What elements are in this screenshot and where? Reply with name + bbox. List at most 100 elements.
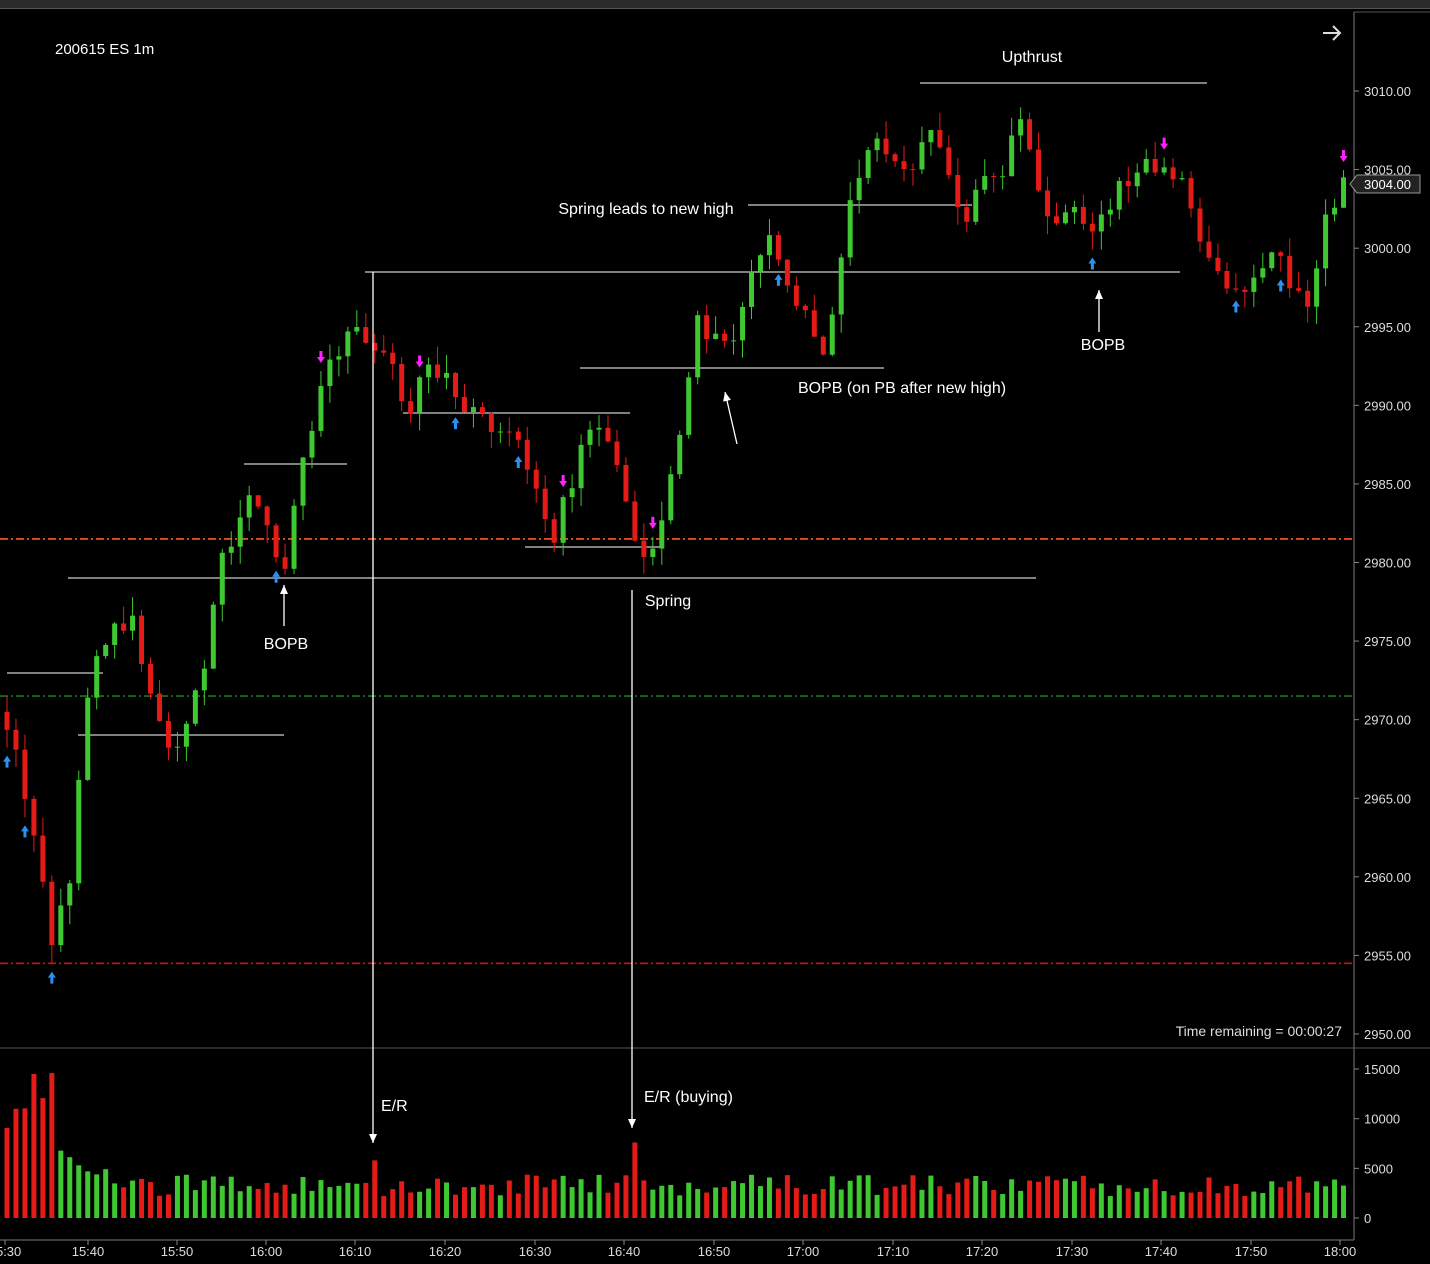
volume-bar [435,1178,441,1218]
volume-bar [1269,1181,1275,1218]
candle-body [1062,212,1068,224]
er-arrow [369,272,377,1143]
candle-body [955,174,961,208]
chart-canvas: 3010.003005.003000.002995.002990.002985.… [0,11,1430,1259]
price-tick-label: 2975.00 [1364,634,1411,649]
volume-bar [883,1187,889,1218]
candle-body [1215,257,1221,272]
candle-body [919,142,925,170]
candle-body [1323,214,1329,269]
volume-bar [973,1175,979,1218]
volume-bar [1116,1185,1122,1218]
volume-bar [246,1186,252,1218]
candle-body [1287,255,1293,289]
candle-body [1278,252,1284,256]
annotation-bopb-left: BOPB [264,636,308,653]
candle-body [1251,277,1257,292]
candle-body [668,474,674,521]
candle-body [444,372,450,378]
candle-body [856,177,862,201]
volume-bar [488,1184,494,1218]
candle-body [740,306,746,341]
time-tick-label: 17:20 [966,1244,999,1259]
volume-bar [1260,1193,1266,1218]
candle-body [1161,167,1167,173]
volume-bar [345,1182,351,1218]
candle-body [49,881,55,946]
candle-body [722,333,728,341]
candle-body [40,835,46,882]
volume-bar [838,1189,844,1218]
volume-bar [766,1177,772,1218]
volume-bar [1242,1195,1248,1218]
volume-bar [1332,1179,1338,1218]
volume-bar [201,1180,207,1218]
volume-bar [1287,1181,1293,1218]
volume-bar [757,1186,763,1218]
candle-body [461,397,467,412]
volume-bar [533,1175,539,1218]
volume-bar [210,1176,216,1218]
volume-bar [40,1098,46,1218]
volume-bar [919,1189,925,1218]
candle-body [542,488,548,520]
candle-body [291,505,297,569]
annotation-lines [7,82,1207,736]
volume-bar [1323,1186,1329,1218]
time-tick-label: 16:50 [698,1244,731,1259]
candle-body [946,147,952,175]
volume-bar [67,1157,73,1218]
candle-body [1080,206,1086,224]
candle-body [551,519,557,543]
buy-arrow-icon [272,570,281,583]
volume-bar [1215,1193,1221,1218]
volume-bar [156,1195,162,1218]
buy-arrow-icon [47,971,56,984]
volume-bar [112,1183,118,1218]
candle-body [991,176,997,178]
candle-body [964,207,970,222]
candle-body [524,439,530,470]
volume-bar [4,1127,10,1218]
candle-body [1018,119,1024,136]
candle-body [1125,180,1131,187]
candle-body [874,138,880,151]
volume-bar [327,1187,333,1218]
candle-body [426,364,432,378]
candle-body [67,883,73,906]
volume-bar [130,1180,136,1218]
volume-bar [1251,1191,1257,1218]
candle-body [614,441,620,466]
candle-body [479,407,485,414]
candle-body [174,746,180,748]
candle-body [1332,207,1338,215]
volume-bar [1170,1195,1176,1218]
volume-bar [309,1190,315,1218]
volume-bar [31,1073,37,1218]
arrow-right-icon[interactable] [1323,25,1342,41]
sell-arrow-icon [316,350,325,363]
volume-bar [228,1176,234,1218]
candle-body [775,235,781,260]
buy-arrow-icon [20,825,29,838]
price-tick-label: 2960.00 [1364,870,1411,885]
volume-bar [1018,1190,1024,1218]
candle-body [1045,190,1051,217]
candle-body [506,431,512,433]
volume-bar [497,1195,503,1218]
candle-body [228,546,234,553]
candle-body [883,138,889,155]
volume-bar [237,1191,243,1218]
candle-body [1143,158,1149,173]
volume-bar [470,1187,476,1218]
price-tick-label: 3000.00 [1364,241,1411,256]
candle-body [1206,241,1212,258]
volume-tick-label: 15000 [1364,1062,1400,1077]
annotation-arrows [280,272,1103,1143]
volume-axis-ticks: 15000 10000 5000 0 [1354,1062,1400,1226]
volume-bar [1000,1194,1006,1218]
candle-body [488,413,494,432]
candle-body [641,540,647,557]
candle-body [1170,167,1176,180]
volume-bar [560,1175,566,1218]
